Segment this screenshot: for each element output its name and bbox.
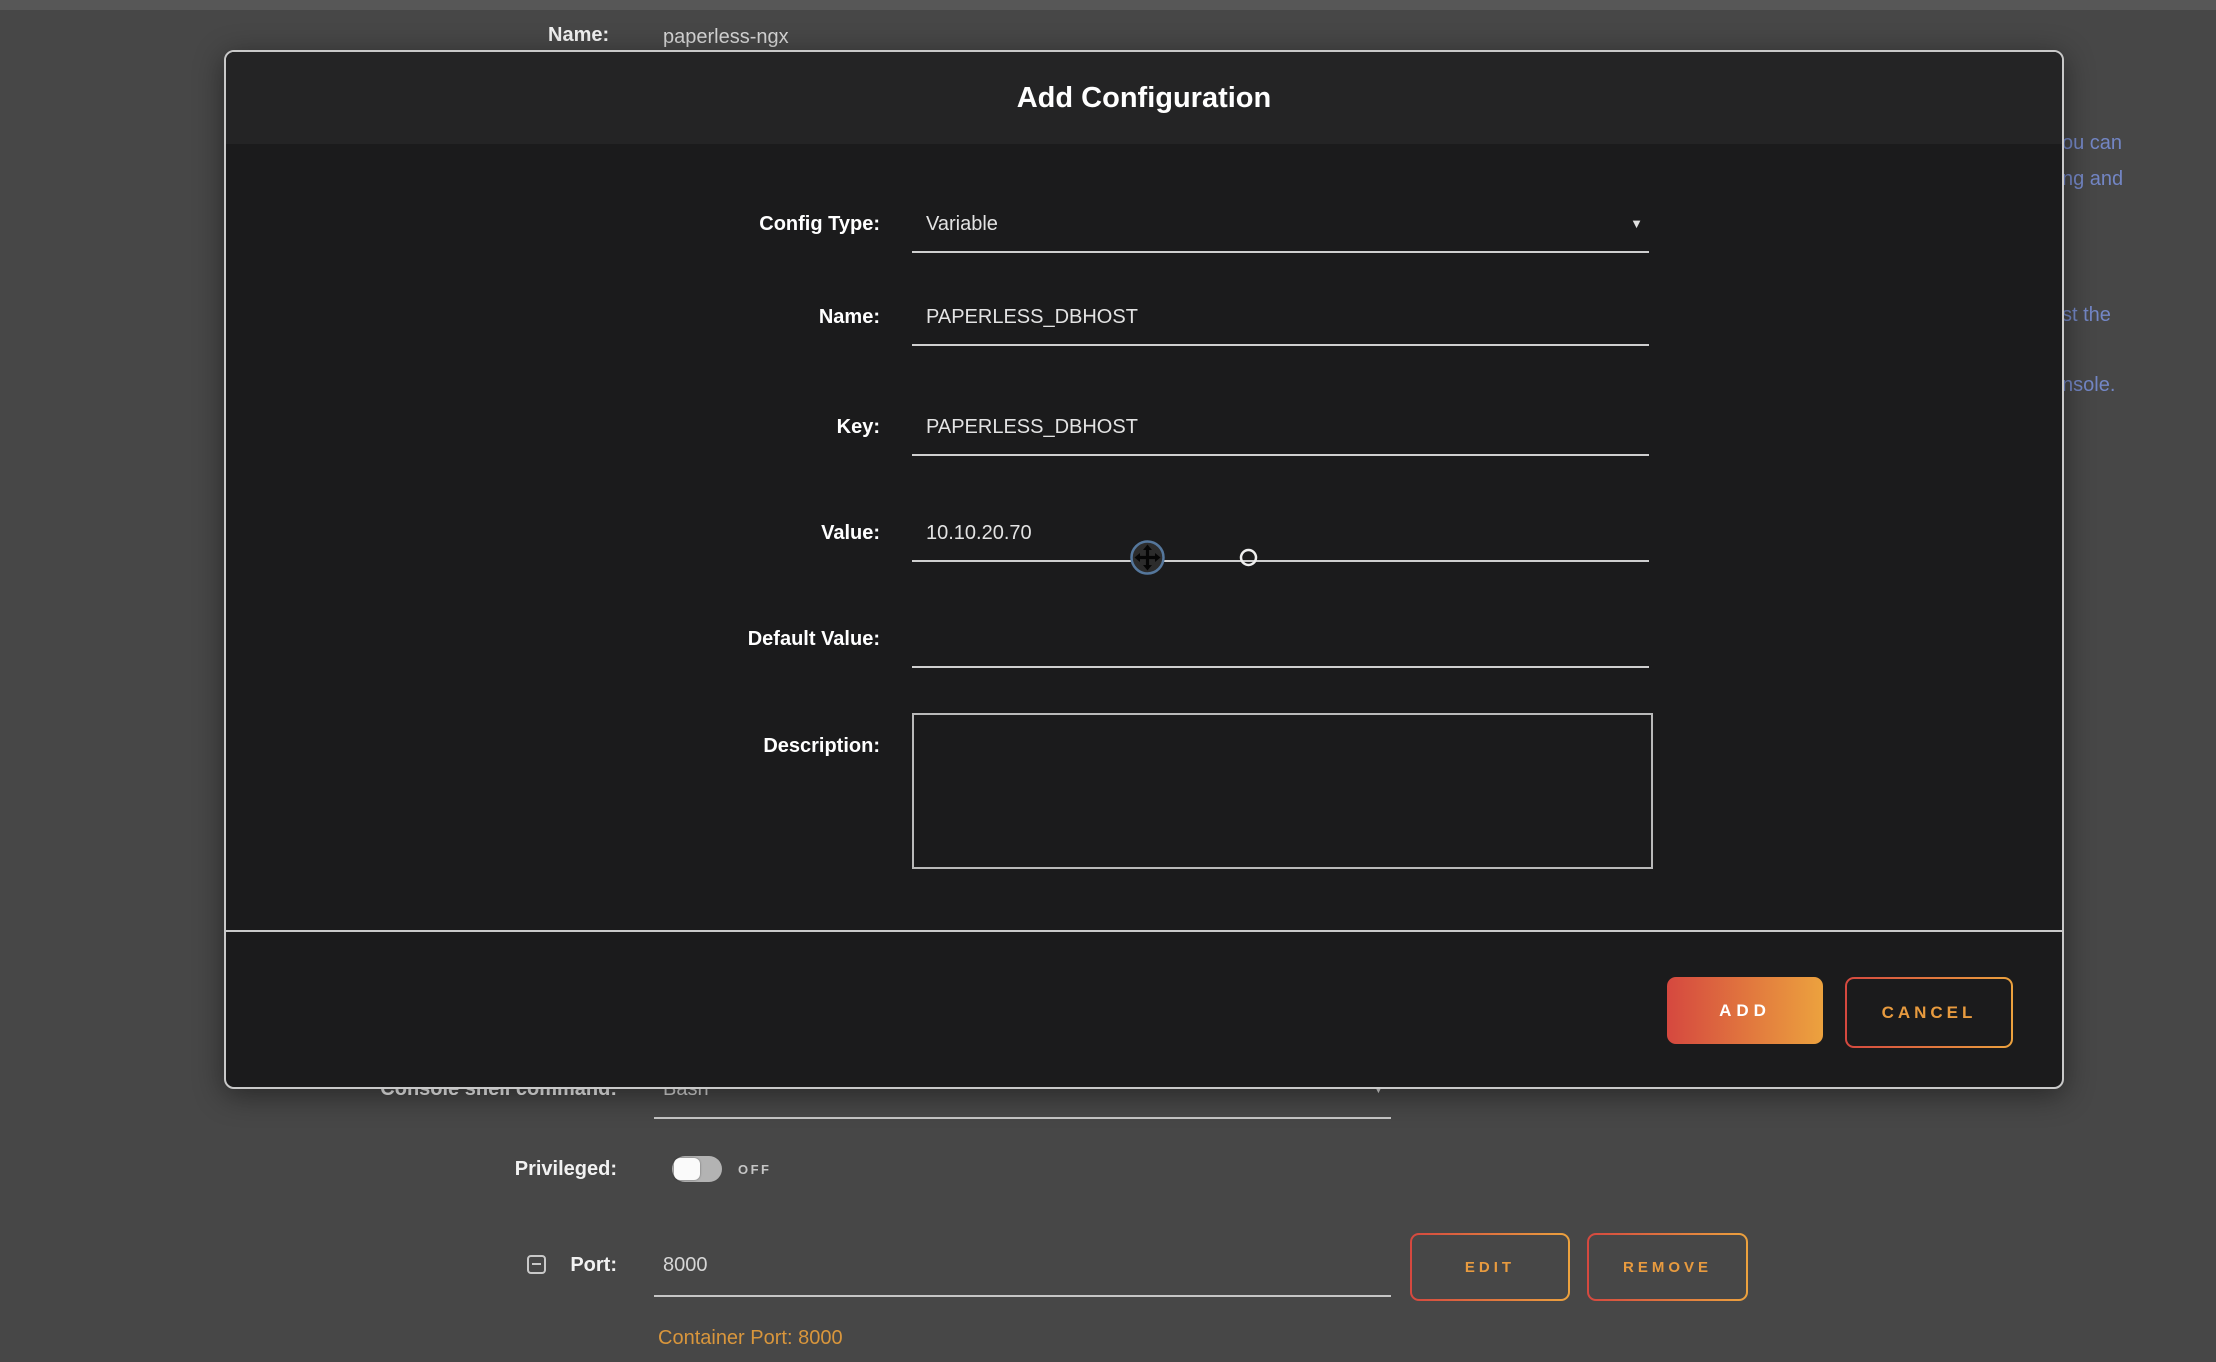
page-top-strip — [0, 0, 2216, 10]
description-textarea[interactable] — [912, 713, 1653, 869]
default-value-label: Default Value: — [480, 628, 880, 651]
toggle-knob-icon — [674, 1158, 700, 1180]
help-text-fragment: nsole. — [2062, 374, 2115, 397]
description-label: Description: — [480, 735, 880, 758]
remove-button[interactable]: REMOVE — [1587, 1233, 1748, 1301]
chevron-down-icon: ▼ — [1630, 216, 1643, 231]
key-value: PAPERLESS_DBHOST — [926, 416, 1138, 439]
value-value: 10.10.20.70 — [926, 522, 1032, 545]
cancel-button[interactable]: CANCEL — [1845, 977, 2013, 1048]
value-input[interactable]: 10.10.20.70 — [912, 513, 1649, 562]
docker-template-page: Name: paperless-ngx ou can ng and st the… — [0, 0, 2216, 1362]
config-type-value: Variable — [926, 213, 998, 236]
port-label: Port: — [500, 1254, 617, 1277]
container-port-note: Container Port: 8000 — [658, 1327, 843, 1350]
name-label: Name: — [480, 306, 880, 329]
console-field-underline — [654, 1117, 1391, 1119]
name-input[interactable]: PAPERLESS_DBHOST — [912, 297, 1649, 346]
modal-footer-divider — [226, 930, 2062, 932]
privileged-state: OFF — [738, 1162, 772, 1177]
container-name-label: Name: — [548, 24, 609, 47]
key-input[interactable]: PAPERLESS_DBHOST — [912, 407, 1649, 456]
config-type-label: Config Type: — [480, 213, 880, 236]
help-text-fragment: ou can — [2062, 132, 2122, 155]
privileged-toggle[interactable] — [672, 1156, 722, 1182]
help-text-fragment: st the — [2062, 304, 2111, 327]
container-name-value: paperless-ngx — [663, 26, 789, 49]
name-value: PAPERLESS_DBHOST — [926, 306, 1138, 329]
privileged-label: Privileged: — [250, 1158, 617, 1181]
modal-header: Add Configuration — [226, 52, 2062, 144]
key-label: Key: — [480, 416, 880, 439]
port-field-underline — [654, 1295, 1391, 1297]
value-label: Value: — [480, 522, 880, 545]
add-configuration-modal: Add Configuration Config Type: Variable … — [224, 50, 2064, 1089]
config-type-select[interactable]: Variable ▼ — [912, 204, 1649, 253]
default-value-input[interactable] — [912, 619, 1649, 668]
edit-button[interactable]: EDIT — [1410, 1233, 1570, 1301]
add-button[interactable]: ADD — [1667, 977, 1823, 1044]
port-input[interactable]: 8000 — [663, 1254, 708, 1277]
help-text-fragment: ng and — [2062, 168, 2123, 191]
modal-title: Add Configuration — [1017, 82, 1272, 115]
